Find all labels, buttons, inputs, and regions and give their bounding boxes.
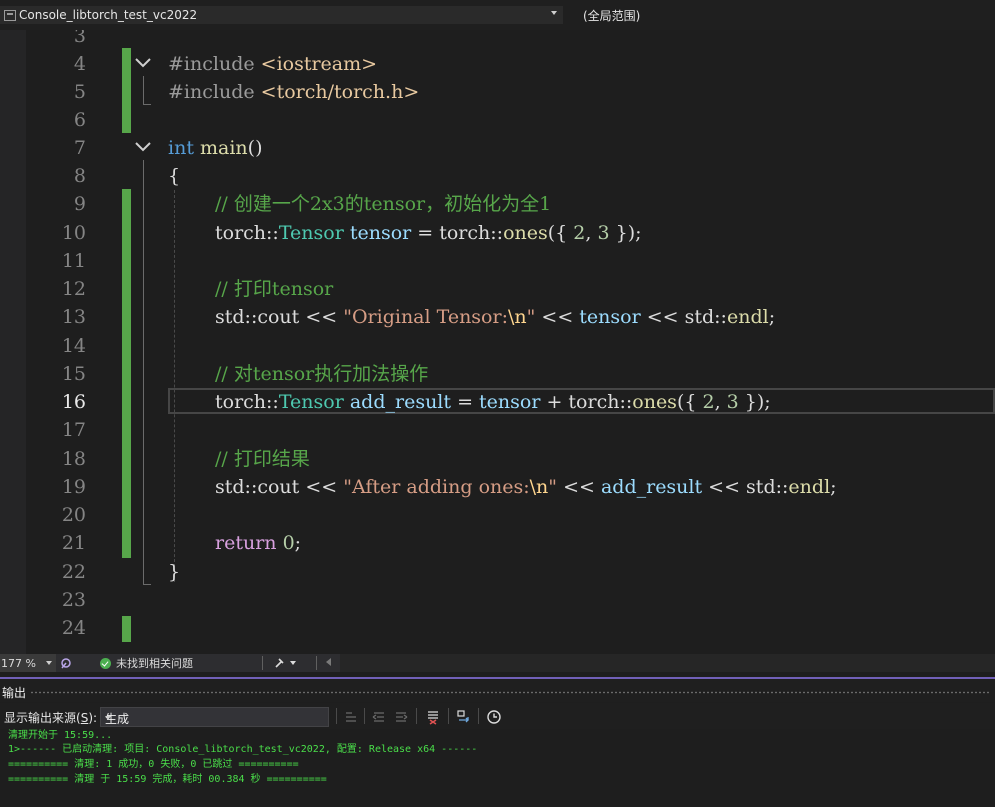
scroll-left-icon[interactable]: [326, 658, 331, 666]
word-wrap-icon[interactable]: [456, 709, 472, 725]
code-editor[interactable]: 3 4 5 6 7 8 9 10 11 12 13 14 15 16 17 18…: [0, 30, 995, 654]
line-number: 12: [61, 278, 86, 300]
code-line-9: // 创建一个2x3的tensor，初始化为全1: [215, 193, 552, 215]
previous-message-icon[interactable]: [371, 709, 387, 725]
output-text-area[interactable]: 清理开始于 15:59... 1>------ 已启动清理: 项目: Conso…: [0, 729, 995, 807]
change-indicator: [122, 48, 131, 133]
clear-all-icon[interactable]: [425, 709, 441, 725]
code-line-7: int main(): [168, 137, 263, 159]
clock-icon[interactable]: [486, 709, 502, 725]
editor-status-bar: 177 % 未找到相关问题: [0, 654, 995, 672]
code-line-8: {: [168, 165, 181, 187]
code-line-22: }: [168, 561, 181, 583]
check-circle-icon: [100, 657, 111, 669]
line-number: 7: [73, 137, 86, 159]
line-number: 6: [73, 109, 86, 131]
code-line-10: torch::Tensor tensor = torch::ones({ 2, …: [215, 222, 642, 244]
output-line: ========== 清理 于 15:59 完成，耗时 00.384 秒 ===…: [8, 774, 327, 785]
change-indicator: [122, 616, 131, 642]
change-indicator: [122, 189, 131, 558]
line-number: 23: [61, 589, 86, 611]
outline-guide: [143, 76, 144, 104]
navigation-bar: Console_libtorch_test_vc2022 (全局范围): [0, 0, 995, 31]
line-number: 10: [61, 222, 86, 244]
divider: [336, 708, 337, 724]
line-number: 5: [73, 81, 86, 103]
divider: [262, 656, 263, 670]
indent-guide: [174, 190, 175, 582]
line-number: 9: [73, 193, 86, 215]
line-number: 22: [61, 561, 86, 583]
chevron-down-icon: [135, 142, 151, 152]
code-line-12: // 打印tensor: [215, 278, 334, 300]
line-number: 3: [73, 30, 86, 47]
next-message-icon[interactable]: [393, 709, 409, 725]
quick-actions-icon[interactable]: [275, 657, 297, 669]
output-toolbar: 显示输出来源(S): 生成: [0, 703, 995, 729]
horizontal-scrollbar[interactable]: [340, 654, 995, 672]
output-line: 清理开始于 15:59...: [8, 730, 113, 741]
issues-indicator[interactable]: 未找到相关问题: [100, 655, 193, 671]
chevron-down-icon: [105, 716, 111, 720]
code-line-16: torch::Tensor add_result = tensor + torc…: [215, 391, 771, 413]
scope-label: (全局范围): [583, 8, 641, 23]
line-number: 21: [61, 532, 86, 554]
chevron-down-icon: [135, 58, 151, 68]
line-number: 20: [61, 504, 86, 526]
line-number: 24: [61, 617, 86, 639]
line-number: 18: [61, 448, 86, 470]
zoom-dropdown[interactable]: 177 %: [0, 654, 56, 672]
line-number: 14: [61, 335, 86, 357]
outline-guide: [143, 584, 151, 585]
line-number: 19: [61, 476, 86, 498]
line-number: 15: [61, 363, 86, 385]
divider: [416, 708, 417, 724]
output-panel-title: 输出: [2, 686, 27, 700]
divider: [364, 708, 365, 724]
code-line-4: #include <iostream>: [168, 53, 378, 75]
output-line: ========== 清理: 1 成功，0 失败，0 已跳过 =========…: [8, 759, 299, 770]
output-source-select[interactable]: 生成: [100, 707, 329, 727]
code-line-13: std::cout << "Original Tensor:\n" << ten…: [215, 306, 776, 328]
code-line-19: std::cout << "After adding ones:\n" << a…: [215, 476, 837, 498]
line-number-active: 16: [61, 391, 86, 413]
code-line-15: // 对tensor执行加法操作: [215, 363, 429, 385]
divider: [316, 656, 317, 670]
divider: [478, 708, 479, 724]
line-number: 4: [73, 53, 86, 75]
line-number: 13: [61, 306, 86, 328]
indicator-margin: [0, 30, 26, 654]
divider: [448, 708, 449, 724]
line-number: 17: [61, 419, 86, 441]
panel-accent-border: [0, 677, 995, 679]
outline-guide: [143, 104, 151, 105]
project-icon: [4, 9, 16, 21]
project-name: Console_libtorch_test_vc2022: [19, 8, 198, 22]
collapse-toggle[interactable]: [134, 138, 152, 156]
output-panel-header: 输出: [0, 680, 995, 702]
panel-drag-grip[interactable]: [30, 691, 990, 694]
project-dropdown[interactable]: Console_libtorch_test_vc2022: [0, 6, 563, 24]
chevron-down-icon: [45, 661, 52, 665]
line-number: 11: [61, 250, 86, 272]
collapse-toggle[interactable]: [134, 54, 152, 72]
code-line-5: #include <torch/torch.h>: [168, 81, 420, 103]
chevron-down-icon: [551, 11, 557, 15]
output-line: 1>------ 已启动清理: 项目: Console_libtorch_tes…: [8, 744, 478, 755]
output-source-label: 显示输出来源(S):: [4, 711, 98, 725]
outline-guide: [143, 160, 144, 584]
code-line-21: return 0;: [215, 532, 302, 554]
scope-dropdown[interactable]: (全局范围): [580, 6, 995, 24]
find-message-icon[interactable]: [343, 709, 359, 725]
code-line-18: // 打印结果: [215, 448, 310, 470]
line-number: 8: [73, 165, 86, 187]
code-cleanup-icon[interactable]: [60, 657, 72, 669]
